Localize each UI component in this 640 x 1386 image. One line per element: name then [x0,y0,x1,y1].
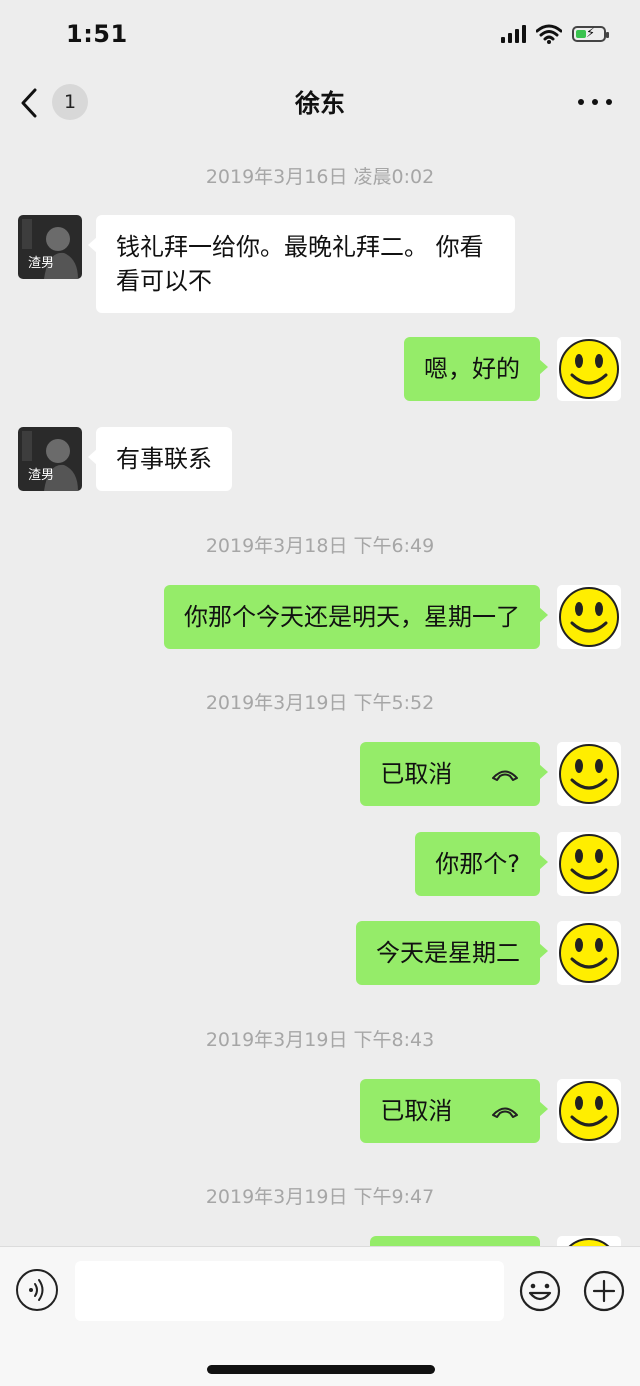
smiley-avatar-icon [559,587,619,647]
call-record-bubble[interactable]: 已取消 [360,1079,548,1143]
message-outgoing[interactable]: 嗯，好的 [404,337,548,401]
chat-title: 徐东 [294,89,345,118]
avatar-label: 渣男 [28,256,54,271]
avatar-label: 渣男 [28,468,54,483]
wifi-icon [536,24,562,44]
call-status: 已取消 [380,1097,453,1125]
voice-button[interactable] [16,1269,58,1311]
message-outgoing[interactable]: 你那个今天还是明天，星期一了 [164,585,548,649]
phone-hangup-icon [492,770,518,781]
nav-bar: 1 徐东 [0,70,640,136]
timestamp: 2019年3月19日 下午5:52 [205,692,435,714]
home-indicator[interactable] [207,1365,435,1374]
message-outgoing[interactable]: 你那个? [415,832,548,896]
smiley-avatar-icon [568,1238,610,1246]
timestamp: 2019年3月19日 下午8:43 [205,1029,435,1051]
my-avatar[interactable] [557,337,621,401]
message-input[interactable] [75,1261,504,1321]
message-incoming[interactable]: 钱礼拜一给你。最晚礼拜二。 你看看可以不 [88,215,515,313]
my-avatar[interactable] [557,585,621,649]
status-time: 1:51 [66,20,128,48]
more-dots-icon [578,99,584,105]
message-incoming[interactable]: 有事联系 [88,427,232,491]
my-avatar[interactable] [557,1079,621,1143]
smiley-avatar-icon [559,923,619,983]
status-icons: ⚡ [501,24,609,44]
phone-hangup-icon [492,1107,518,1118]
call-record-bubble[interactable]: 已取消 [360,742,548,806]
my-avatar[interactable] [557,1236,621,1246]
my-avatar[interactable] [557,921,621,985]
message-outgoing-partial[interactable] [370,1236,540,1246]
timestamp: 2019年3月19日 下午9:47 [205,1186,435,1208]
smiley-avatar-icon [559,744,619,804]
emoji-icon [519,1270,561,1312]
chat-area[interactable]: 2019年3月16日 凌晨0:02 渣男 钱礼拜一给你。最晚礼拜二。 你看看可以… [0,136,640,1246]
voice-icon [29,1279,44,1301]
timestamp: 2019年3月16日 凌晨0:02 [205,166,435,188]
more-button[interactable] [578,90,612,114]
call-status: 已取消 [380,760,453,788]
plus-icon [583,1270,625,1312]
battery-icon: ⚡ [572,26,609,42]
plus-button[interactable] [582,1269,626,1313]
smiley-avatar-icon [559,1081,619,1141]
smiley-avatar-icon [559,339,619,399]
my-avatar[interactable] [557,742,621,806]
timestamp: 2019年3月18日 下午6:49 [205,535,435,557]
cellular-signal-icon [501,25,526,43]
message-outgoing[interactable]: 今天是星期二 [356,921,548,985]
my-avatar[interactable] [557,832,621,896]
smiley-avatar-icon [559,834,619,894]
emoji-button[interactable] [518,1269,562,1313]
status-bar: 1:51 ⚡ [0,0,640,70]
contact-avatar[interactable]: 渣男 [18,427,82,491]
contact-avatar[interactable]: 渣男 [18,215,82,279]
